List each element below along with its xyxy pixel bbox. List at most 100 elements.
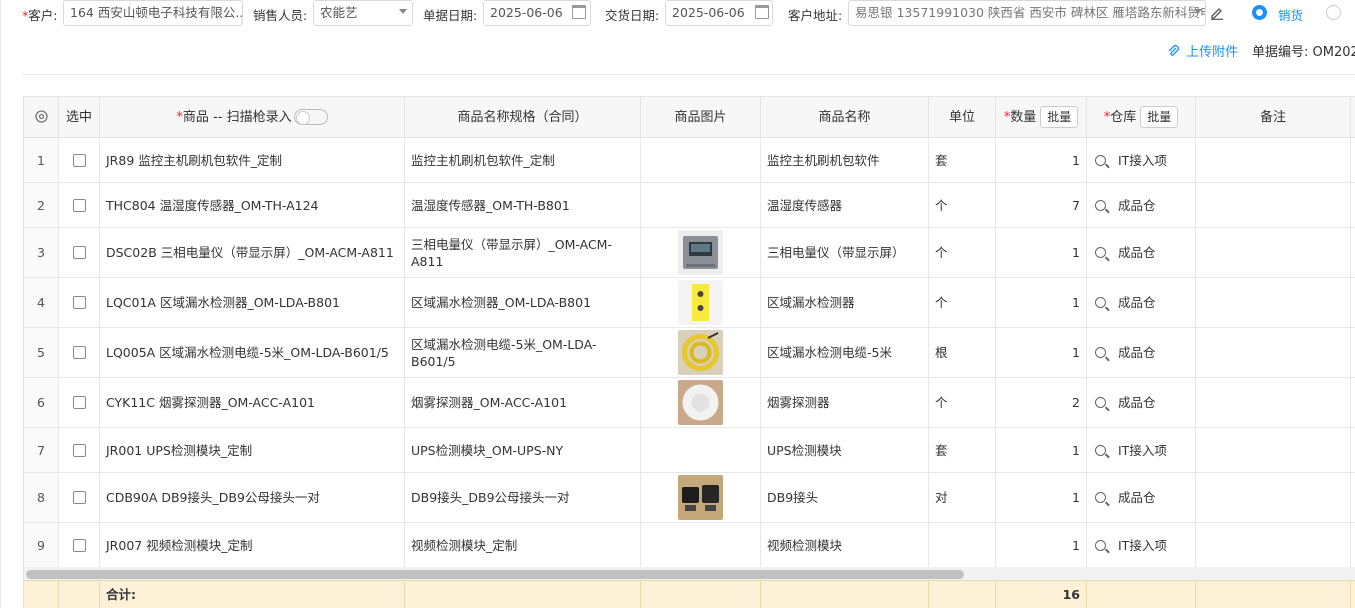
horizontal-scrollbar[interactable] — [24, 567, 1355, 581]
batch-qty-button[interactable]: 批量 — [1040, 105, 1079, 128]
search-icon[interactable] — [1095, 247, 1106, 258]
search-icon[interactable] — [1095, 297, 1106, 308]
cell-spec[interactable]: 烟雾探测器_OM-ACC-A101 — [405, 378, 641, 427]
table-row[interactable]: 2 THC804 温湿度传感器_OM-TH-A124 温湿度传感器_OM-TH-B8… — [24, 183, 1355, 228]
table-row[interactable]: 6 CYK11C 烟雾探测器_OM-ACC-A101 烟雾探测器_OM-ACC-A1… — [24, 378, 1355, 428]
cell-qty[interactable]: 1 — [996, 473, 1087, 522]
cell-warehouse[interactable]: IT接入项 — [1087, 428, 1196, 472]
cell-product[interactable]: CYK11C 烟雾探测器_OM-ACC-A101 — [100, 378, 405, 427]
cell-spec[interactable]: 视频检测模块_定制 — [405, 523, 641, 567]
cell-warehouse[interactable]: 成品仓 — [1087, 378, 1196, 427]
row-checkbox[interactable] — [72, 346, 86, 359]
row-checkbox[interactable] — [72, 538, 86, 552]
customer-select[interactable]: 164 西安山顿电子科技有限公... — [63, 0, 243, 26]
table-row[interactable]: 9 JR007 视频检测模块_定制 视频检测模块_定制 视频检测模块 1 IT接入项 — [24, 523, 1355, 568]
table-row[interactable]: 7 JR001 UPS检测模块_定制 UPS检测模块_OM-UPS-NY UPS检测模… — [24, 428, 1355, 473]
cell-warehouse[interactable]: 成品仓 — [1087, 328, 1196, 377]
row-checkbox[interactable] — [72, 198, 86, 212]
cell-spec[interactable]: DB9接头_DB9公母接头一对 — [405, 473, 641, 522]
cell-image[interactable] — [641, 328, 761, 377]
cell-image[interactable] — [641, 473, 761, 522]
cell-warehouse[interactable]: IT接入项 — [1087, 523, 1196, 567]
cell-remark[interactable] — [1196, 378, 1351, 427]
search-icon[interactable] — [1095, 492, 1106, 503]
cell-product[interactable]: LQC01A 区域漏水检测器_OM-LDA-B801 — [100, 278, 405, 327]
search-icon[interactable] — [1095, 444, 1106, 456]
cell-product[interactable]: DSC02B 三相电量仪（带显示屏）_OM-ACM-A811 — [100, 228, 405, 277]
search-icon[interactable] — [1095, 154, 1106, 166]
calendar-icon[interactable] — [755, 5, 769, 19]
radio-other[interactable] — [1326, 5, 1341, 20]
table-row[interactable]: 3 DSC02B 三相电量仪（带显示屏）_OM-ACM-A811 三相电量仪（带显示… — [24, 228, 1355, 278]
cell-warehouse[interactable]: IT接入项 — [1087, 138, 1196, 182]
cell-product[interactable]: JR007 视频检测模块_定制 — [100, 523, 405, 567]
upload-attachment-link[interactable]: 上传附件 — [1167, 41, 1238, 60]
product-thumbnail[interactable] — [678, 475, 723, 520]
cell-warehouse[interactable]: 成品仓 — [1087, 278, 1196, 327]
row-checkbox[interactable] — [72, 153, 86, 167]
search-icon[interactable] — [1095, 347, 1106, 358]
cell-spec[interactable]: 温湿度传感器_OM-TH-B801 — [405, 183, 641, 227]
cell-qty[interactable]: 1 — [996, 278, 1087, 327]
cell-product[interactable]: LQ005A 区域漏水检测电缆-5米_OM-LDA-B601/5 — [100, 328, 405, 377]
cell-qty[interactable]: 1 — [996, 328, 1087, 377]
batch-warehouse-button[interactable]: 批量 — [1140, 105, 1179, 128]
cell-remark[interactable] — [1196, 328, 1351, 377]
table-row[interactable]: 4 LQC01A 区域漏水检测器_OM-LDA-B801 区域漏水检测器_OM-LD… — [24, 278, 1355, 328]
table-row[interactable]: 1 JR89 监控主机刷机包软件_定制 监控主机刷机包软件_定制 监控主机刷机包软件套… — [24, 138, 1355, 183]
product-thumbnail[interactable] — [678, 380, 723, 425]
cell-remark[interactable] — [1196, 138, 1351, 182]
search-icon[interactable] — [1095, 397, 1106, 408]
cell-remark[interactable] — [1196, 428, 1351, 472]
cell-spec[interactable]: 监控主机刷机包软件_定制 — [405, 138, 641, 182]
cell-qty[interactable]: 1 — [996, 228, 1087, 277]
cell-remark[interactable] — [1196, 473, 1351, 522]
sales-select[interactable]: 农能艺 — [313, 0, 413, 26]
cell-image[interactable] — [641, 278, 761, 327]
cell-qty[interactable]: 1 — [996, 523, 1087, 567]
cell-remark[interactable] — [1196, 228, 1351, 277]
cell-spec[interactable]: 区域漏水检测电缆-5米_OM-LDA-B601/5 — [405, 328, 641, 377]
cell-image[interactable] — [641, 378, 761, 427]
cell-remark[interactable] — [1196, 523, 1351, 567]
row-checkbox[interactable] — [72, 296, 86, 309]
cell-remark[interactable] — [1196, 278, 1351, 327]
cell-qty[interactable]: 7 — [996, 183, 1087, 227]
cell-warehouse[interactable]: 成品仓 — [1087, 228, 1196, 277]
table-row[interactable]: 5 LQ005A 区域漏水检测电缆-5米_OM-LDA-B601/5 区域漏水检测电… — [24, 328, 1355, 378]
cell-qty[interactable]: 2 — [996, 378, 1087, 427]
cell-spec[interactable]: UPS检测模块_OM-UPS-NY — [405, 428, 641, 472]
cell-product[interactable]: JR89 监控主机刷机包软件_定制 — [100, 138, 405, 182]
row-checkbox[interactable] — [72, 246, 86, 259]
product-thumbnail[interactable] — [678, 280, 723, 325]
scrollbar-thumb[interactable] — [26, 570, 964, 579]
row-checkbox[interactable] — [72, 491, 86, 504]
cell-qty[interactable]: 1 — [996, 428, 1087, 472]
product-thumbnail[interactable] — [678, 230, 723, 275]
column-settings[interactable] — [24, 97, 59, 138]
scan-toggle[interactable] — [293, 108, 328, 125]
product-thumbnail[interactable] — [678, 330, 723, 375]
cell-warehouse[interactable]: 成品仓 — [1087, 183, 1196, 227]
cell-image[interactable] — [641, 183, 761, 227]
cell-warehouse[interactable]: 成品仓 — [1087, 473, 1196, 522]
cell-image[interactable] — [641, 523, 761, 567]
cell-product[interactable]: THC804 温湿度传感器_OM-TH-A124 — [100, 183, 405, 227]
row-checkbox[interactable] — [72, 396, 86, 409]
search-icon[interactable] — [1095, 199, 1106, 211]
cell-image[interactable] — [641, 228, 761, 277]
edit-icon[interactable] — [1210, 6, 1224, 20]
cell-image[interactable] — [641, 138, 761, 182]
calendar-icon[interactable] — [572, 5, 586, 19]
cell-qty[interactable]: 1 — [996, 138, 1087, 182]
cell-product[interactable]: JR001 UPS检测模块_定制 — [100, 428, 405, 472]
radio-sale[interactable] — [1252, 5, 1267, 20]
cell-remark[interactable] — [1196, 183, 1351, 227]
cell-product[interactable]: CDB90A DB9接头_DB9公母接头一对 — [100, 473, 405, 522]
row-checkbox[interactable] — [72, 443, 86, 457]
address-select[interactable]: 易思银 13571991030 陕西省 西安市 碑林区 雁塔路东新科贸电 — [848, 0, 1206, 26]
cell-image[interactable] — [641, 428, 761, 472]
search-icon[interactable] — [1095, 539, 1106, 551]
cell-spec[interactable]: 区域漏水检测器_OM-LDA-B801 — [405, 278, 641, 327]
cell-spec[interactable]: 三相电量仪（带显示屏）_OM-ACM-A811 — [405, 228, 641, 277]
